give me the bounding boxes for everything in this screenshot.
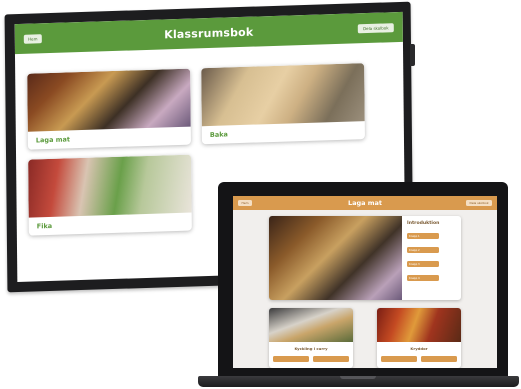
- tv-card-baka[interactable]: Baka: [201, 63, 365, 145]
- card-action-button[interactable]: [273, 356, 309, 362]
- card-action-button[interactable]: [313, 356, 349, 362]
- spices-photo: [377, 308, 461, 342]
- tv-card-label: Fika: [36, 221, 53, 231]
- chicken-curry-photo: [269, 308, 353, 342]
- laptop-card-kyckling[interactable]: Kyckling i curry: [269, 308, 353, 368]
- intro-button-4[interactable]: Knapp 4: [407, 275, 439, 281]
- laptop-intro-card: Introduktion Knapp 1 Knapp 2 Knapp 3 Kna…: [269, 216, 461, 300]
- tv-card-laga-mat[interactable]: Laga mat: [27, 68, 191, 150]
- intro-button-1[interactable]: Knapp 1: [407, 233, 439, 239]
- intro-button-3[interactable]: Knapp 3: [407, 261, 439, 267]
- laptop-card-label: Kyckling i curry: [294, 346, 328, 351]
- laptop-app-header: Hem Laga mat Dela skolbok: [233, 196, 497, 210]
- tv-side-button: [410, 44, 415, 66]
- laptop-page-title: Laga mat: [347, 199, 383, 207]
- laptop-screen: Hem Laga mat Dela skolbok Introduktion K…: [233, 196, 497, 368]
- laptop-display: Hem Laga mat Dela skolbok Introduktion K…: [218, 182, 508, 378]
- tv-card-label: Laga mat: [35, 135, 71, 145]
- laptop-card-label: Kryddor: [410, 346, 428, 351]
- tv-card-fika[interactable]: Fika: [28, 154, 192, 236]
- tv-app-header: Hem Klassrumsbok Dela skolbok: [14, 11, 403, 55]
- intro-button-2[interactable]: Knapp 2: [407, 247, 439, 253]
- tv-page-title: Klassrumsbok: [164, 25, 254, 41]
- laptop-home-button[interactable]: Hem: [238, 200, 252, 206]
- laptop-hinge-notch: [340, 376, 376, 379]
- intro-title: Introduktion: [407, 221, 440, 226]
- food-plate-photo: [269, 216, 402, 300]
- food-plate-photo: [27, 68, 191, 132]
- tv-card-label: Baka: [209, 130, 228, 139]
- phone-food-photo: [28, 154, 192, 218]
- card-action-button[interactable]: [421, 356, 457, 362]
- bread-rolls-photo: [201, 63, 365, 127]
- card-action-button[interactable]: [381, 356, 417, 362]
- tv-share-button[interactable]: Dela skolbok: [357, 23, 394, 34]
- laptop-share-button[interactable]: Dela skolbok: [466, 200, 492, 206]
- laptop-card-kryddor[interactable]: Kryddor: [377, 308, 461, 368]
- tv-home-button[interactable]: Hem: [23, 34, 42, 44]
